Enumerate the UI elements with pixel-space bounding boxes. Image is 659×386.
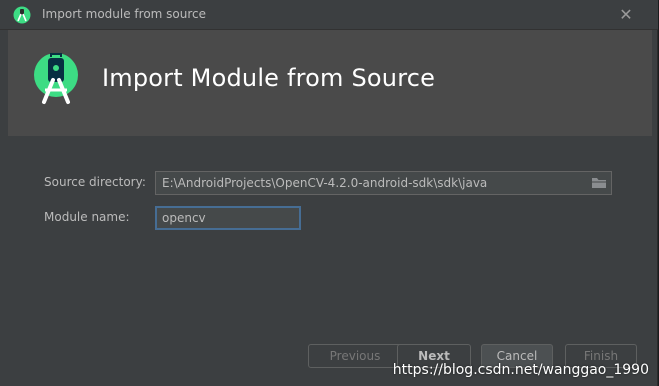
folder-icon[interactable] (591, 176, 607, 190)
watermark-text: https://blog.csdn.net/wanggao_1990 (392, 362, 649, 378)
android-studio-logo (34, 53, 78, 104)
android-studio-icon (13, 6, 31, 24)
title-bar: Import module from source ✕ (0, 0, 658, 30)
page-title: Import Module from Source (102, 64, 436, 92)
module-name-label: Module name: (44, 210, 130, 224)
source-directory-label: Source directory: (44, 175, 146, 189)
previous-button[interactable]: Previous (308, 344, 402, 368)
source-directory-field[interactable] (155, 171, 612, 195)
import-module-dialog: Import module from source ✕ Import Modul… (0, 0, 658, 386)
close-icon: ✕ (619, 5, 633, 24)
window-title: Import module from source (42, 7, 207, 21)
close-button[interactable]: ✕ (617, 6, 635, 24)
module-name-field[interactable] (155, 206, 301, 230)
header-banner: Import Module from Source (8, 30, 652, 136)
form-body: Source directory: Module name: Previous … (8, 136, 652, 386)
